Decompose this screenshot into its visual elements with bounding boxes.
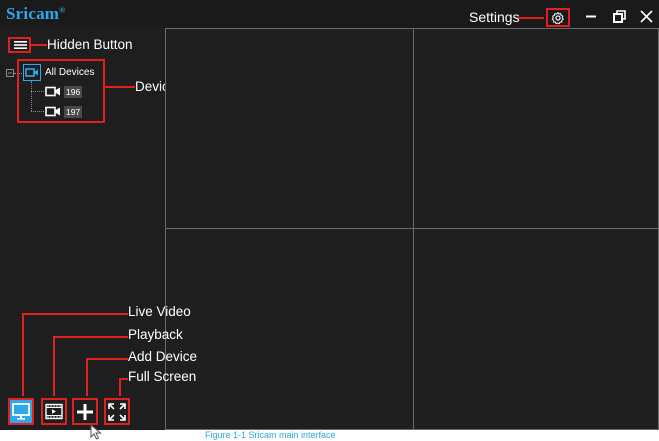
title-bar: Sricam® Settings [0,0,659,28]
plus-icon [77,403,93,420]
settings-annotation-label: Settings [469,9,520,25]
settings-button[interactable] [546,8,570,27]
brand-logo: Sricam® [6,4,66,23]
film-play-icon [45,403,63,420]
video-cell[interactable] [165,28,414,229]
live-video-annotation-line [22,313,128,315]
live-video-annotation-label: Live Video [128,304,191,319]
add-device-annotation-line [86,358,128,360]
add-device-annotation-label: Add Device [128,349,198,364]
hidden-button-annotation-line [31,44,47,46]
close-icon [639,9,653,23]
full-screen-annotation-line [119,378,121,396]
playback-annotation-line [53,336,128,338]
device-list-annotation-line [105,86,135,88]
minimize-button[interactable] [582,7,600,25]
full-screen-button[interactable] [104,398,130,425]
device-list-annotation-box [17,59,105,123]
cursor-icon [90,424,102,440]
restore-icon [612,9,626,23]
expand-icon [108,402,126,421]
figure-caption: Figure 1-1 Sricam main interface [205,430,336,440]
playback-button[interactable] [41,398,67,425]
live-video-button[interactable] [8,398,34,425]
video-cell[interactable] [413,228,659,430]
playback-annotation-label: Playback [128,327,183,342]
close-button[interactable] [637,7,655,25]
playback-annotation-line [53,336,55,396]
monitor-icon [12,403,30,420]
live-video-annotation-line [22,313,24,396]
full-screen-annotation-label: Full Screen [128,369,197,384]
tree-collapse-icon[interactable] [6,69,14,77]
settings-annotation-line [518,17,544,19]
restore-button[interactable] [610,7,628,25]
menu-icon [14,41,27,49]
hidden-button-annotation-label: Hidden Button [47,37,133,52]
hidden-button[interactable] [8,37,31,53]
minimize-icon [586,15,596,18]
video-cell[interactable] [413,28,659,229]
video-cell[interactable] [165,228,414,430]
add-device-annotation-line [86,358,88,396]
video-grid [165,28,659,430]
app-window: Sricam® Settings Hidden Button All Devic… [0,0,659,430]
gear-icon [551,11,564,24]
add-device-button[interactable] [72,398,98,425]
